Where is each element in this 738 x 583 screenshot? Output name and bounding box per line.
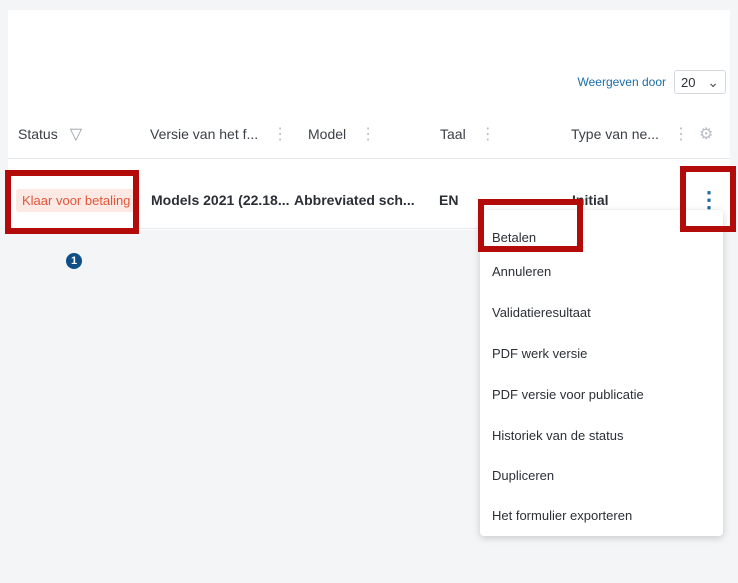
table-header: Status ▽ Versie van het f... ⋮ Model ⋮ T… [8,110,730,159]
highlight-box-row-actions [680,166,736,232]
menu-item-validatieresultaat[interactable]: Validatieresultaat [492,305,591,320]
step-number-badge: 1 [66,253,82,269]
vertical-dots-icon[interactable]: ⋮ [480,124,496,144]
page-size-label: Weergeven door [577,75,667,89]
gear-icon[interactable]: ⚙ [699,124,713,144]
column-header-status-label: Status [18,126,58,142]
filter-icon[interactable]: ▽ [70,124,82,144]
menu-item-pdf-publicatie[interactable]: PDF versie voor publicatie [492,387,644,402]
page-size-value: 20 [681,74,696,90]
model-cell: Abbreviated sch... [294,192,415,208]
column-header-version-label: Versie van het f... [150,126,259,142]
page-size-control: Weergeven door 20 ⌄ [577,70,726,94]
language-cell: EN [439,192,459,208]
version-cell: Models 2021 (22.18... [151,192,290,208]
page-size-select[interactable]: 20 ⌄ [674,70,726,94]
column-header-language-label: Taal [440,126,466,142]
menu-item-annuleren[interactable]: Annuleren [492,264,551,279]
column-header-version[interactable]: Versie van het f... ⋮ [150,110,288,158]
column-header-type[interactable]: Type van ne... ⋮ ⚙ [571,110,713,158]
vertical-dots-icon[interactable]: ⋮ [673,124,689,144]
column-header-language[interactable]: Taal ⋮ [440,110,496,158]
highlight-box-betalen [478,199,583,252]
column-header-status[interactable]: Status ▽ [18,110,82,158]
column-header-model[interactable]: Model ⋮ [308,110,376,158]
chevron-down-icon: ⌄ [707,73,719,90]
highlight-box-status [5,170,139,234]
menu-item-exporteren[interactable]: Het formulier exporteren [492,508,632,523]
vertical-dots-icon[interactable]: ⋮ [360,124,376,144]
menu-item-pdf-werk-versie[interactable]: PDF werk versie [492,346,587,361]
column-header-model-label: Model [308,126,347,142]
row-actions-menu: Betalen Annuleren Validatieresultaat PDF… [480,210,723,536]
vertical-dots-icon[interactable]: ⋮ [272,124,288,144]
menu-item-dupliceren[interactable]: Dupliceren [492,468,554,483]
column-header-type-label: Type van ne... [571,126,659,142]
menu-item-historiek-status[interactable]: Historiek van de status [492,428,624,443]
